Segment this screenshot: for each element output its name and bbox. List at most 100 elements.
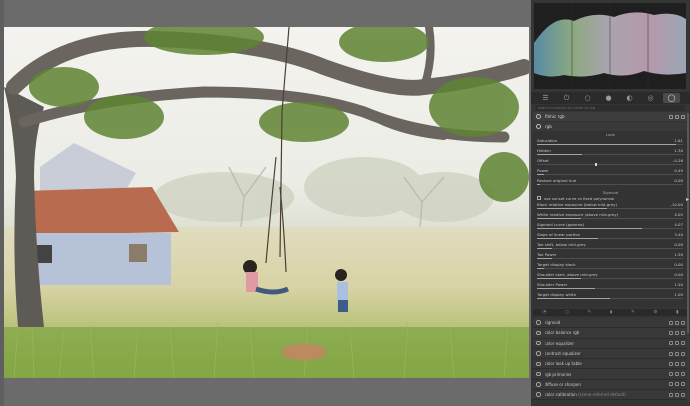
module-power-icon[interactable] <box>536 124 541 129</box>
slider-value: 1.30 <box>674 148 683 153</box>
scrollbar-thumb[interactable] <box>687 113 689 333</box>
module-power-icon[interactable] <box>536 340 541 346</box>
photo-preview[interactable] <box>4 27 529 378</box>
slider-restore-hue[interactable]: Restore original hue 0.00 <box>537 178 683 187</box>
slider-toe-shift[interactable]: Toe shift, below mid-grey 0.00 <box>537 242 683 251</box>
reset-icon[interactable] <box>675 114 679 119</box>
preset-icon[interactable] <box>669 382 673 387</box>
preset-icon[interactable] <box>669 320 673 325</box>
reset-icon[interactable] <box>675 392 679 397</box>
module-item-rgb-primaries[interactable]: rgb primaries <box>533 369 688 380</box>
options-tab-icon[interactable]: ⚙ <box>653 310 657 315</box>
menu-icon[interactable] <box>681 341 685 346</box>
menu-icon[interactable] <box>681 392 685 397</box>
slider-sigmoid-gamma[interactable]: Sigmoid curve (gamma) 4.07 <box>537 222 683 231</box>
menu-icon[interactable] <box>681 330 685 335</box>
reset-icon[interactable] <box>675 320 679 325</box>
module-power-icon[interactable] <box>536 382 541 387</box>
menu-icon[interactable] <box>681 320 685 325</box>
circle-tab-icon[interactable]: ○ <box>565 310 569 315</box>
module-item-sigmoid[interactable]: sigmoid <box>533 318 688 329</box>
sunset-curve-checkbox[interactable]: use sunset curve vs fixed polynomial <box>537 195 683 201</box>
preset-icon[interactable] <box>669 361 673 366</box>
quick-access-icon[interactable]: ☰ <box>537 93 554 103</box>
module-power-icon[interactable] <box>536 320 541 325</box>
module-item-contrast-equalizer[interactable]: contrast equalizer <box>533 348 688 360</box>
collapse-right-panel-arrow-icon[interactable]: ▸ <box>686 196 690 204</box>
slider-target-white[interactable]: Target display white 1.00 <box>537 292 683 301</box>
power-icon[interactable]: ⏻ <box>558 93 575 103</box>
image-canvas-area[interactable] <box>0 0 531 406</box>
preset-icon[interactable] <box>669 114 673 119</box>
slider-power[interactable]: Power 0.49 <box>537 168 683 177</box>
slider-shoulder-power[interactable]: Shoulder Power 1.50 <box>537 282 683 291</box>
scene-tab-icon[interactable]: ◔ <box>542 310 546 315</box>
slider-saturation[interactable]: Saturation 1.61 <box>537 138 683 147</box>
menu-icon[interactable] <box>681 114 685 119</box>
active-circle-icon[interactable]: ◯ <box>663 93 680 103</box>
drop-icon[interactable]: ◐ <box>621 93 638 103</box>
module-item-color-calibration[interactable]: color calibration (scene-referred defaul… <box>533 390 688 401</box>
reset-icon[interactable] <box>675 361 679 366</box>
slider-label: Target display white <box>537 292 576 297</box>
circle-icon[interactable]: ○ <box>579 93 596 103</box>
module-power-icon[interactable] <box>536 351 541 356</box>
slider-linear-slope[interactable]: Slope of linear portion 3.40 <box>537 232 683 241</box>
reset-icon[interactable] <box>675 372 679 377</box>
module-item-note: (scene-referred default) <box>578 392 626 398</box>
slider-offset[interactable]: Offset -0.26 <box>537 158 683 167</box>
reset-icon[interactable] <box>675 382 679 387</box>
slider-label: Sigmoid curve (gamma) <box>537 222 584 227</box>
menu-icon[interactable] <box>681 372 685 377</box>
filmic-tab-bar: ◔ ○ ✎ ◗ ✎ ⚙ ▮ <box>533 309 688 316</box>
preset-icon[interactable] <box>669 351 673 356</box>
color-dots-icon[interactable]: ● <box>600 93 617 103</box>
slider-target-black[interactable]: Target display black 0.00 <box>537 262 683 271</box>
slider-label: Slope of linear portion <box>537 232 581 237</box>
checkbox-box[interactable] <box>537 196 541 200</box>
slider-value: 0.49 <box>674 168 683 173</box>
module-item-color-equalizer[interactable]: color equalizer <box>533 338 688 349</box>
slider-label: Restore original hue <box>537 178 577 183</box>
slider-toe-power[interactable]: Toe Power 1.50 <box>537 252 683 261</box>
module-search-input[interactable]: search modules by name or tag <box>535 105 685 111</box>
slider-hidden[interactable]: Hidden 1.30 <box>537 148 683 157</box>
module-power-icon[interactable] <box>536 330 541 336</box>
preset-icon[interactable] <box>669 330 673 335</box>
correct-icon[interactable]: ◎ <box>642 93 659 103</box>
module-power-icon[interactable] <box>536 392 541 397</box>
menu-icon[interactable] <box>681 351 685 356</box>
module-item-color-lut[interactable]: color look up table <box>533 359 688 370</box>
reset-icon[interactable] <box>675 341 679 346</box>
slider-value: 0.00 <box>674 242 683 247</box>
preset-icon[interactable] <box>669 372 673 377</box>
left-panel-collapse-strip[interactable] <box>0 0 4 406</box>
slider-label: Offset <box>537 158 549 163</box>
menu-icon[interactable] <box>681 361 685 366</box>
module-power-icon[interactable] <box>536 361 541 367</box>
reset-icon[interactable] <box>675 351 679 356</box>
slider-shoulder-start[interactable]: Shoulder start, above mid-grey 0.00 <box>537 272 683 281</box>
preset-icon[interactable] <box>669 341 673 346</box>
slider-black-exposure[interactable]: Black relative exposure (below mid-grey)… <box>537 202 683 211</box>
filmic-subheader[interactable]: rgb <box>533 122 688 131</box>
module-item-diffuse-or-sharpen[interactable]: diffuse or sharpen <box>533 379 688 391</box>
module-item-label: color look up table <box>544 361 582 367</box>
slider-value: 3.40 <box>674 232 683 237</box>
filmic-module-header[interactable]: filmic rgb <box>533 112 688 121</box>
look-tab-icon[interactable]: ◗ <box>610 310 612 315</box>
tool-tab-icon[interactable]: ✎ <box>588 310 592 315</box>
display-tab-icon[interactable]: ✎ <box>631 310 635 315</box>
panel-scrollbar[interactable] <box>687 113 689 403</box>
more-tab-icon[interactable]: ▮ <box>676 310 678 315</box>
module-power-icon[interactable] <box>536 371 541 377</box>
module-item-color-balance-rgb[interactable]: color balance rgb <box>533 328 688 339</box>
histogram[interactable] <box>534 3 686 89</box>
menu-icon[interactable] <box>681 382 685 387</box>
slider-value: 0.00 <box>674 262 683 267</box>
preset-icon[interactable] <box>669 392 673 397</box>
module-power-icon[interactable] <box>536 114 541 119</box>
slider-label: Black relative exposure (below mid-grey) <box>537 202 617 207</box>
slider-white-exposure[interactable]: White relative exposure (above mid-grey)… <box>537 212 683 221</box>
reset-icon[interactable] <box>675 330 679 335</box>
